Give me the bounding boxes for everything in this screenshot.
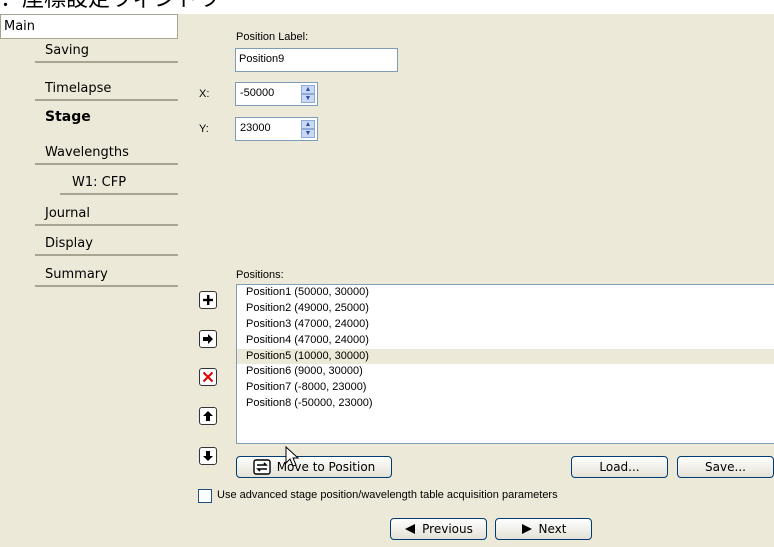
advanced-parameters-label: Use advanced stage position/wavelength t… [217, 489, 558, 501]
advanced-parameters-checkbox[interactable] [198, 489, 212, 503]
spin-down-icon[interactable]: ▼ [301, 129, 315, 138]
x-stepper[interactable]: -50000 ▲ ▼ [235, 82, 318, 106]
nav-item-wavelengths[interactable]: Wavelengths [35, 141, 178, 165]
y-stepper[interactable]: 23000 ▲ ▼ [235, 117, 318, 141]
x-spin-buttons[interactable]: ▲ ▼ [301, 85, 315, 103]
x-label: X: [199, 88, 210, 100]
delete-position-button[interactable] [199, 368, 217, 386]
previous-label: Previous [422, 522, 473, 536]
move-up-button[interactable] [199, 407, 217, 425]
nav-divider [35, 61, 178, 63]
arrow-down-icon [203, 451, 213, 461]
position-label-caption: Position Label: [236, 31, 309, 43]
positions-caption: Positions: [236, 269, 284, 281]
add-position-button[interactable] [199, 291, 217, 309]
list-item[interactable]: Position7 (-8000, 23000) [237, 380, 774, 396]
title-text: ：座標設定ウィンドウ [0, 0, 220, 12]
y-label: Y: [199, 123, 209, 135]
load-button[interactable]: Load... [571, 456, 668, 478]
nav-item-display[interactable]: Display [35, 232, 178, 256]
arrow-up-icon [203, 411, 213, 421]
list-item-selected[interactable]: Position5 (10000, 30000) [237, 348, 774, 365]
arrow-right-icon [203, 334, 213, 344]
positions-list[interactable]: Position1 (50000, 30000) Position2 (4900… [236, 284, 774, 444]
list-item[interactable]: Position4 (47000, 24000) [237, 333, 774, 349]
list-item[interactable]: Position3 (47000, 24000) [237, 317, 774, 333]
spin-down-icon[interactable]: ▼ [301, 94, 315, 103]
list-item[interactable]: Position2 (49000, 25000) [237, 301, 774, 317]
nav-item-w1-cfp[interactable]: W1: CFP [60, 171, 178, 195]
triangle-left-icon [405, 524, 416, 534]
list-item[interactable]: Position1 (50000, 30000) [237, 285, 774, 301]
nav-item-journal[interactable]: Journal [35, 202, 178, 226]
next-button[interactable]: Next [495, 518, 592, 540]
list-item[interactable]: Position8 (-50000, 23000) [237, 396, 774, 412]
previous-button[interactable]: Previous [390, 518, 487, 540]
move-down-button[interactable] [199, 447, 217, 465]
save-button[interactable]: Save... [677, 456, 774, 478]
triangle-right-icon [521, 524, 532, 534]
nav-item-saving[interactable]: Saving [35, 39, 178, 63]
nav-item-main[interactable]: Main [0, 14, 178, 39]
y-value: 23000 [240, 122, 271, 134]
position-label-input[interactable]: Position9 [235, 48, 398, 72]
next-label: Next [538, 522, 567, 536]
list-item[interactable]: Position6 (9000, 30000) [237, 364, 774, 380]
spin-up-icon[interactable]: ▲ [301, 120, 315, 129]
goto-position-button[interactable] [199, 330, 217, 348]
nav-item-stage[interactable]: Stage [35, 105, 178, 129]
move-to-position-button[interactable]: Move to Position [236, 456, 392, 478]
x-value: -50000 [240, 87, 275, 99]
sidebar-nav: Main Saving Timelapse Stage Wavelengths … [0, 14, 178, 547]
x-icon [202, 371, 214, 383]
plus-icon [203, 295, 213, 305]
title-strip: ：座標設定ウィンドウ [0, 0, 774, 14]
spin-up-icon[interactable]: ▲ [301, 85, 315, 94]
stage-move-icon [253, 459, 271, 475]
nav-item-summary[interactable]: Summary [35, 263, 178, 287]
y-spin-buttons[interactable]: ▲ ▼ [301, 120, 315, 138]
mouse-cursor-icon [285, 446, 300, 467]
nav-item-timelapse[interactable]: Timelapse [35, 77, 178, 101]
